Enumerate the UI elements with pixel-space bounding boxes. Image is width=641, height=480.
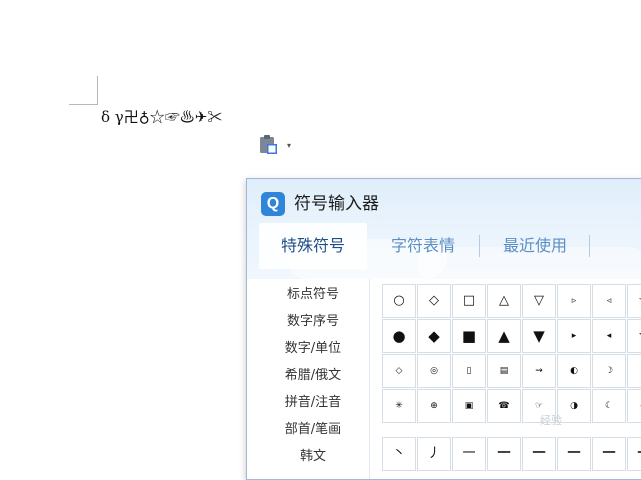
tab-special-symbols[interactable]: 特殊符号 <box>259 223 367 269</box>
symbol-cell[interactable]: ◑ <box>557 389 591 423</box>
symbol-cell[interactable]: 一 <box>487 437 521 471</box>
symbol-cell[interactable]: ◇ <box>382 354 416 388</box>
category-sidebar: 标点符号 数字序号 数字/单位 希腊/俄文 拼音/注音 部首/笔画 韩文 <box>247 279 369 479</box>
symbol-cell[interactable]: ◎ <box>417 354 451 388</box>
symbol-cell[interactable]: ☾ <box>592 389 626 423</box>
symbol-cell[interactable]: ▲ <box>487 319 521 353</box>
symbol-cell[interactable]: □ <box>452 284 486 318</box>
symbol-cell[interactable]: ☽ <box>592 354 626 388</box>
symbol-cell[interactable]: ● <box>382 319 416 353</box>
category-punctuation[interactable]: 标点符号 <box>247 281 379 308</box>
symbol-cell[interactable]: ◃ <box>592 284 626 318</box>
document-text-line[interactable]: δ γ卍♁☆☞♨✈✂ <box>101 107 222 127</box>
tab-separator <box>589 235 590 257</box>
symbol-cell[interactable]: △ <box>487 284 521 318</box>
symbol-cell[interactable]: ♀ <box>627 354 641 388</box>
symbol-cell[interactable]: ▽ <box>522 284 556 318</box>
symbol-input-window: Q 符号输入器 特殊符号 字符表情 最近使用 标点符号 数字序号 数字/单位 希… <box>246 178 641 480</box>
symbol-cell[interactable]: ✳ <box>382 389 416 423</box>
symbol-cell[interactable]: ⇝ <box>522 354 556 388</box>
symbol-cell[interactable]: 丶 <box>382 437 416 471</box>
page-margin-vertical-marker <box>97 76 98 105</box>
symbol-cell[interactable]: ☎ <box>487 389 521 423</box>
symbol-cell[interactable]: 一 <box>592 437 626 471</box>
symbol-cell[interactable]: ★ <box>627 319 641 353</box>
symbol-cell[interactable]: ▤ <box>487 354 521 388</box>
symbol-cell[interactable]: ▣ <box>452 389 486 423</box>
tab-emoticons[interactable]: 字符表情 <box>367 223 479 269</box>
symbol-cell[interactable]: ⊕ <box>417 389 451 423</box>
watermark-text: 经验 <box>540 414 562 427</box>
page-margin-horizontal-marker <box>69 104 98 105</box>
chevron-down-icon: ▾ <box>287 141 292 150</box>
category-number-unit[interactable]: 数字/单位 <box>247 335 379 362</box>
tab-bar: 特殊符号 字符表情 最近使用 <box>259 223 641 269</box>
symbol-cell[interactable]: 一 <box>557 437 591 471</box>
window-title: 符号输入器 <box>294 194 379 214</box>
symbol-cell[interactable]: ◐ <box>557 354 591 388</box>
symbol-cell[interactable]: ♂ <box>627 389 641 423</box>
category-number-sequence[interactable]: 数字序号 <box>247 308 379 335</box>
symbol-cell[interactable]: 丿 <box>417 437 451 471</box>
symbol-cell[interactable]: ◂ <box>592 319 626 353</box>
symbol-cell[interactable]: 一 <box>452 437 486 471</box>
tab-recent[interactable]: 最近使用 <box>483 223 587 269</box>
app-logo-icon: Q <box>261 192 285 216</box>
symbol-cell[interactable]: ▯ <box>452 354 486 388</box>
category-korean[interactable]: 韩文 <box>247 443 379 470</box>
tab-separator <box>479 235 480 257</box>
category-radicals-strokes[interactable]: 部首/笔画 <box>247 416 379 443</box>
symbol-cell[interactable]: 一 <box>522 437 556 471</box>
symbol-cell[interactable]: ▹ <box>557 284 591 318</box>
symbol-cell[interactable]: 一 <box>627 437 641 471</box>
category-greek-russian[interactable]: 希腊/俄文 <box>247 362 379 389</box>
symbol-cell[interactable]: ☆ <box>627 284 641 318</box>
symbol-cell[interactable]: ▸ <box>557 319 591 353</box>
symbol-cell[interactable]: ○ <box>382 284 416 318</box>
sidebar-divider <box>369 279 370 479</box>
symbol-cell[interactable]: ▼ <box>522 319 556 353</box>
symbol-cell[interactable]: ■ <box>452 319 486 353</box>
symbol-cell[interactable]: ◆ <box>417 319 451 353</box>
clipboard-icon <box>260 135 277 154</box>
window-header: Q 符号输入器 特殊符号 字符表情 最近使用 <box>247 179 641 281</box>
paste-options-button[interactable]: ▾ <box>257 132 299 158</box>
symbol-cell[interactable]: ◇ <box>417 284 451 318</box>
category-pinyin-zhuyin[interactable]: 拼音/注音 <box>247 389 379 416</box>
